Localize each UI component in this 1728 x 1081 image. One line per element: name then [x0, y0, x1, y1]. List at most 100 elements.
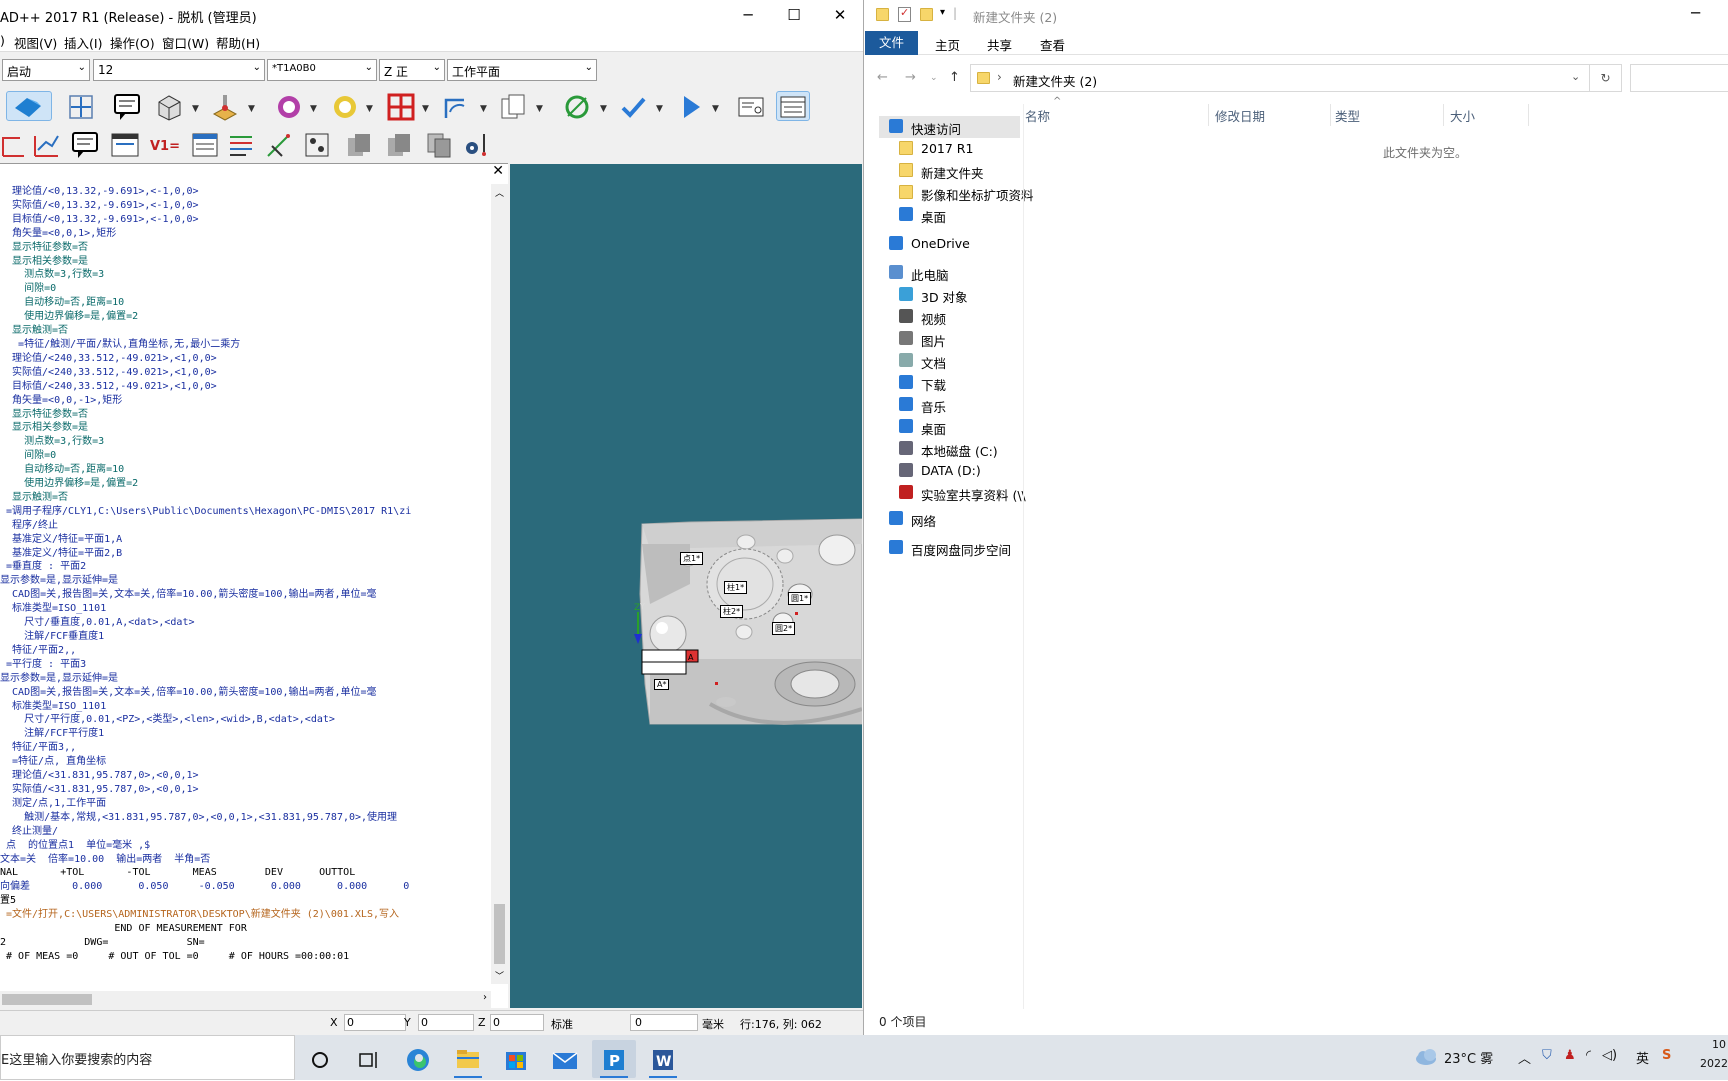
code-line[interactable]: 特征/平面3,, [0, 741, 490, 755]
doc-stack-icon[interactable] [424, 130, 454, 160]
network-wifi-icon[interactable]: ◜ [1586, 1048, 1591, 1063]
properties-icon[interactable]: ✓ [898, 6, 911, 22]
code-line[interactable]: CAD图=关,报告图=关,文本=关,倍率=10.00,箭头密度=100,输出=两… [0, 686, 490, 700]
file-explorer-icon[interactable] [446, 1040, 490, 1078]
code-line[interactable]: 基准定义/特征=平面2,B [0, 547, 490, 561]
minimize-button[interactable]: ─ [725, 0, 771, 30]
window-form-icon[interactable] [110, 130, 140, 160]
cad-label-circle1[interactable]: 圆1* [788, 592, 812, 605]
code-line[interactable]: 实际值/<240,33.512,-49.021>,<1,0,0> [0, 366, 490, 380]
scroll-thumb[interactable] [494, 904, 505, 964]
execute-icon[interactable] [676, 92, 706, 122]
code-line[interactable]: 测点数=3,行数=3 [0, 268, 490, 282]
circle2-dropdown-icon[interactable]: ▼ [366, 104, 373, 114]
path-icon[interactable] [0, 130, 30, 160]
code-line[interactable]: 显示特征参数=否 [0, 241, 490, 255]
recent-dropdown-icon[interactable]: ⌄ [930, 73, 938, 83]
vertical-scrollbar[interactable]: ︿ ﹀ [491, 184, 508, 984]
word-icon[interactable]: W [641, 1040, 685, 1078]
pages-dropdown-icon[interactable]: ▼ [536, 104, 543, 114]
curve-mode-button[interactable] [6, 91, 52, 121]
scroll-up-icon[interactable]: ︿ [495, 186, 504, 199]
maximize-button[interactable]: ☐ [771, 0, 817, 30]
vector-icon[interactable] [264, 130, 294, 160]
cad-label-circle2[interactable]: 圆2* [772, 622, 796, 635]
code-line[interactable]: 置5 [0, 894, 490, 908]
menu-operation[interactable]: 操作(O) [110, 33, 155, 52]
circle-dropdown-icon[interactable]: ▼ [310, 104, 317, 114]
probe-size-combo[interactable]: 12 ⌄ [93, 59, 265, 81]
tray-chevron-icon[interactable]: ︿ [1518, 1048, 1531, 1067]
code-line[interactable]: CAD图=关,报告图=关,文本=关,倍率=10.00,箭头密度=100,输出=两… [0, 588, 490, 602]
circle-purple-icon[interactable] [274, 92, 304, 122]
cad-label-datum-a[interactable]: A* [654, 679, 670, 690]
alignment-dropdown-icon[interactable]: ▼ [480, 104, 487, 114]
measure-icon[interactable] [562, 92, 592, 122]
cad-graphics-view[interactable]: Z Y A 点1* 柱1* 圆1* 柱2* 圆2* A* [510, 164, 863, 1008]
breadcrumb-chevron-icon[interactable]: › [997, 70, 1002, 84]
copy-gray-icon[interactable] [344, 130, 374, 160]
code-line[interactable]: 尺寸/平行度,0.01,<PZ>,<类型>,<len>,<wid>,B,<dat… [0, 713, 490, 727]
comment2-icon[interactable] [70, 130, 100, 160]
code-line[interactable]: 测定/点,1,工作平面 [0, 797, 490, 811]
code-line[interactable]: 标准类型=ISO_1101 [0, 602, 490, 616]
task-view-icon[interactable] [346, 1040, 390, 1078]
pages-icon[interactable] [498, 92, 528, 122]
code-line[interactable]: 理论值/<0,13.32,-9.691>,<-1,0,0> [0, 185, 490, 199]
code-line[interactable]: 自动移动=否,距离=10 [0, 463, 490, 477]
volume-icon[interactable]: ◁) [1602, 1048, 1617, 1063]
table-icon[interactable] [190, 130, 220, 160]
qq-icon[interactable]: ♟ [1564, 1048, 1576, 1063]
code-line[interactable]: =特征/触测/平面/默认,直角坐标,无,最小二乘方 [0, 338, 490, 352]
edge-icon[interactable] [396, 1040, 440, 1078]
pcdmis-taskbar-icon[interactable]: P [592, 1040, 636, 1078]
address-bar[interactable]: › 新建文件夹 (2) ⌄ [970, 64, 1590, 92]
menu-partial[interactable]: ) [0, 33, 5, 48]
code-line[interactable]: 终止测量/ [0, 825, 490, 839]
refresh-icon[interactable]: ↻ [1590, 64, 1622, 92]
code-line[interactable]: =平行度 : 平面3 [0, 658, 490, 672]
menu-window[interactable]: 窗口(W) [162, 33, 209, 52]
quick-access-dropdown-icon[interactable]: ▾ [940, 7, 945, 18]
execute-dropdown-icon[interactable]: ▼ [712, 104, 719, 114]
new-folder-icon[interactable] [920, 8, 933, 21]
edit-close-icon[interactable]: ✕ [492, 163, 504, 179]
code-line[interactable]: 触测/基本,常规,<31.831,95.787,0>,<0,0,1>,<31.8… [0, 811, 490, 825]
code-line[interactable]: 注解/FCF平行度1 [0, 727, 490, 741]
translate-icon[interactable] [66, 92, 96, 122]
code-line[interactable]: 目标值/<0,13.32,-9.691>,<-1,0,0> [0, 213, 490, 227]
code-line[interactable]: 使用边界偏移=是,偏置=2 [0, 477, 490, 491]
code-line[interactable]: =文件/打开,C:\USERS\ADMINISTRATOR\DESKTOP\新建… [0, 908, 490, 922]
box-icon[interactable] [154, 92, 184, 122]
code-line[interactable]: 显示触测=否 [0, 324, 490, 338]
code-line[interactable]: 显示触测=否 [0, 491, 490, 505]
code-line[interactable]: 尺寸/垂直度,0.01,A,<dat>,<dat> [0, 616, 490, 630]
tab-share[interactable]: 共享 [987, 35, 1012, 54]
code-line[interactable]: =特征/点, 直角坐标 [0, 755, 490, 769]
grid-red-icon[interactable] [386, 92, 416, 122]
column-name[interactable]: 名称 [1025, 106, 1050, 125]
edit-window-icon[interactable] [776, 91, 810, 121]
code-line[interactable]: =调用子程序/CLY1,C:\Users\Public\Documents\He… [0, 505, 490, 519]
code-line[interactable]: 理论值/<240,33.512,-49.021>,<1,0,0> [0, 352, 490, 366]
code-line[interactable]: 理论值/<31.831,95.787,0>,<0,0,1> [0, 769, 490, 783]
mode-combo[interactable]: 启动 ⌄ [2, 59, 90, 81]
code-line[interactable]: 目标值/<240,33.512,-49.021>,<1,0,0> [0, 380, 490, 394]
sogou-s-icon[interactable]: S [1662, 1048, 1671, 1063]
code-line[interactable]: 间隙=0 [0, 449, 490, 463]
plane-combo[interactable]: 工作平面 ⌄ [447, 59, 597, 81]
view-axis-combo[interactable]: Z 正 ⌄ [379, 59, 445, 81]
code-line[interactable]: 特征/平面2,, [0, 644, 490, 658]
cad-label-cylinder2[interactable]: 柱2* [720, 605, 744, 618]
circle-yellow-icon[interactable] [330, 92, 360, 122]
code-line[interactable]: 实际值/<31.831,95.787,0>,<0,0,1> [0, 783, 490, 797]
code-line[interactable]: 实际值/<0,13.32,-9.691>,<-1,0,0> [0, 199, 490, 213]
code-line[interactable]: 向偏差 0.000 0.050 -0.050 0.000 0.000 0 [0, 880, 490, 894]
code-line[interactable]: 显示相关参数=是 [0, 421, 490, 435]
code-line[interactable]: 角矢量=<0,0,1>,矩形 [0, 227, 490, 241]
column-type[interactable]: 类型 [1335, 106, 1360, 125]
column-size[interactable]: 大小 [1450, 106, 1475, 125]
cad-label-cylinder1[interactable]: 柱1* [724, 581, 748, 594]
tab-view[interactable]: 查看 [1040, 35, 1065, 54]
scroll-right-icon[interactable]: › [483, 992, 487, 1003]
